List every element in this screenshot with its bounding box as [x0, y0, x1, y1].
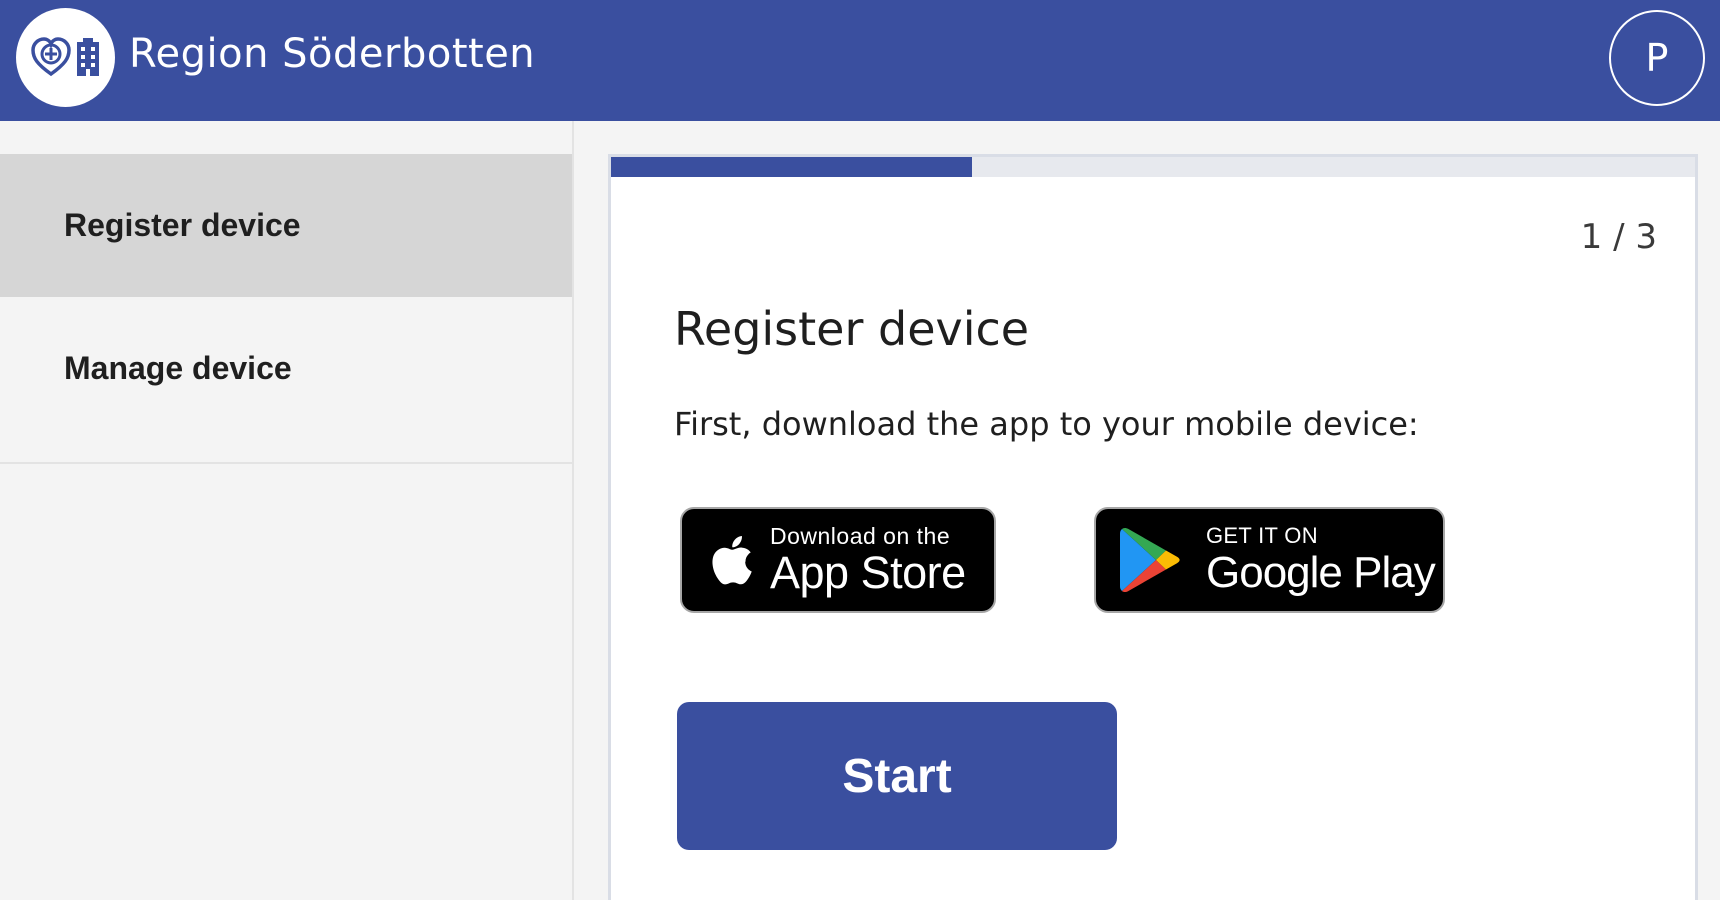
page-title: Register device [674, 302, 1030, 356]
app-title: Region Söderbotten [129, 31, 536, 77]
apple-icon [704, 532, 758, 588]
user-avatar[interactable]: P [1609, 10, 1705, 106]
google-play-small-text: GET IT ON [1206, 523, 1318, 548]
sidebar-item-label: Register device [64, 207, 301, 243]
sidebar: Register device Manage device [0, 121, 574, 900]
app-store-badge[interactable]: Download on the App Store [680, 507, 996, 613]
google-play-badge[interactable]: GET IT ON Google Play [1094, 507, 1445, 613]
step-counter: 1 / 3 [1580, 217, 1657, 257]
progress-bar [611, 157, 1695, 177]
sidebar-item-manage-device[interactable]: Manage device [0, 297, 572, 440]
google-play-icon [1118, 526, 1184, 594]
logo[interactable] [16, 8, 115, 107]
sidebar-item-register-device[interactable]: Register device [0, 154, 572, 297]
google-play-big-text: Google Play [1206, 548, 1436, 597]
building-icon [76, 37, 99, 76]
app-header: Region Söderbotten P [0, 0, 1720, 121]
wizard-card: 1 / 3 Register device First, download th… [608, 154, 1698, 900]
start-button[interactable]: Start [677, 702, 1117, 850]
progress-fill [611, 157, 972, 177]
sidebar-item-label: Manage device [64, 350, 292, 386]
sidebar-divider [0, 462, 572, 464]
app-store-big-text: App Store [770, 547, 966, 598]
app-store-small-text: Download on the [770, 523, 951, 549]
instruction-text: First, download the app to your mobile d… [674, 405, 1419, 443]
